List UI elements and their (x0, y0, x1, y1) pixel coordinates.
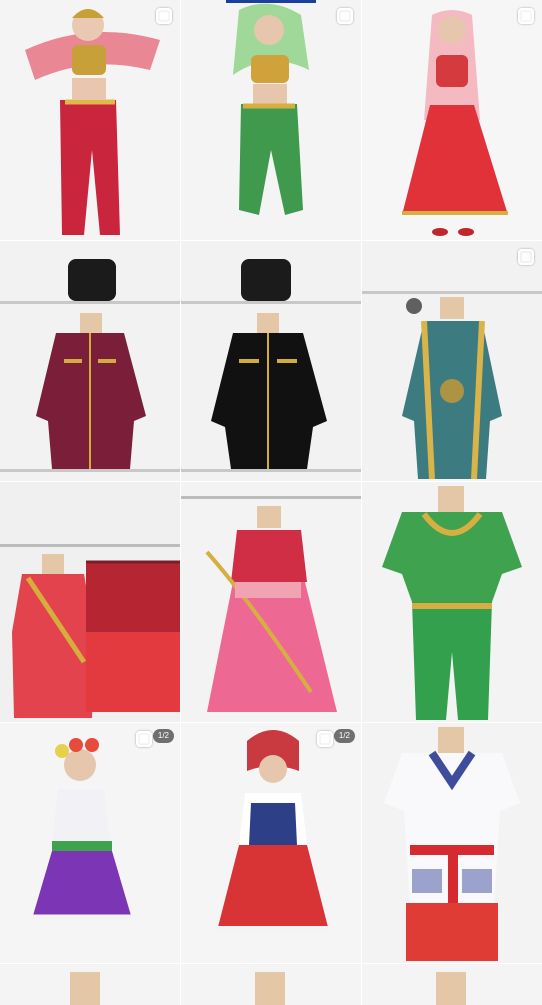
photo-counter: 1/2 (152, 729, 174, 743)
costume-photo (181, 0, 361, 240)
grid-tile-10[interactable]: 1/2 (0, 723, 180, 963)
costume-photo (362, 0, 542, 240)
multiple-photos-icon (317, 731, 333, 747)
costume-photo (0, 964, 180, 1005)
multiple-photos-icon (518, 8, 534, 24)
costume-photo (181, 964, 361, 1005)
photo-counter: 1/2 (333, 729, 355, 743)
costume-photo (0, 723, 180, 963)
grid-tile-2[interactable] (181, 0, 361, 240)
costume-photo (362, 964, 542, 1005)
grid-tile-15[interactable] (362, 964, 542, 1005)
multiple-photos-icon (337, 8, 353, 24)
costume-photo (181, 723, 361, 963)
costume-photo (362, 723, 542, 963)
grid-tile-3[interactable] (362, 0, 542, 240)
costume-photo (0, 0, 180, 240)
grid-tile-8[interactable] (181, 482, 361, 722)
costume-photo (0, 241, 180, 481)
grid-tile-11[interactable]: 1/2 (181, 723, 361, 963)
grid-tile-7[interactable] (0, 482, 180, 722)
multiple-photos-icon (136, 731, 152, 747)
costume-photo (181, 241, 361, 481)
photo-grid: 1/2 1/2 (0, 0, 542, 1005)
grid-tile-9[interactable] (362, 482, 542, 722)
costume-photo (362, 482, 542, 722)
costume-photo (362, 241, 542, 481)
costume-photo (181, 482, 361, 722)
grid-tile-4[interactable] (0, 241, 180, 481)
grid-tile-1[interactable] (0, 0, 180, 240)
grid-tile-14[interactable] (181, 964, 361, 1005)
grid-tile-6[interactable] (362, 241, 542, 481)
costume-photo (0, 482, 180, 722)
grid-tile-12[interactable] (362, 723, 542, 963)
grid-tile-5[interactable] (181, 241, 361, 481)
multiple-photos-icon (156, 8, 172, 24)
multiple-photos-icon (518, 249, 534, 265)
grid-tile-13[interactable] (0, 964, 180, 1005)
top-accent-strip (226, 0, 316, 3)
